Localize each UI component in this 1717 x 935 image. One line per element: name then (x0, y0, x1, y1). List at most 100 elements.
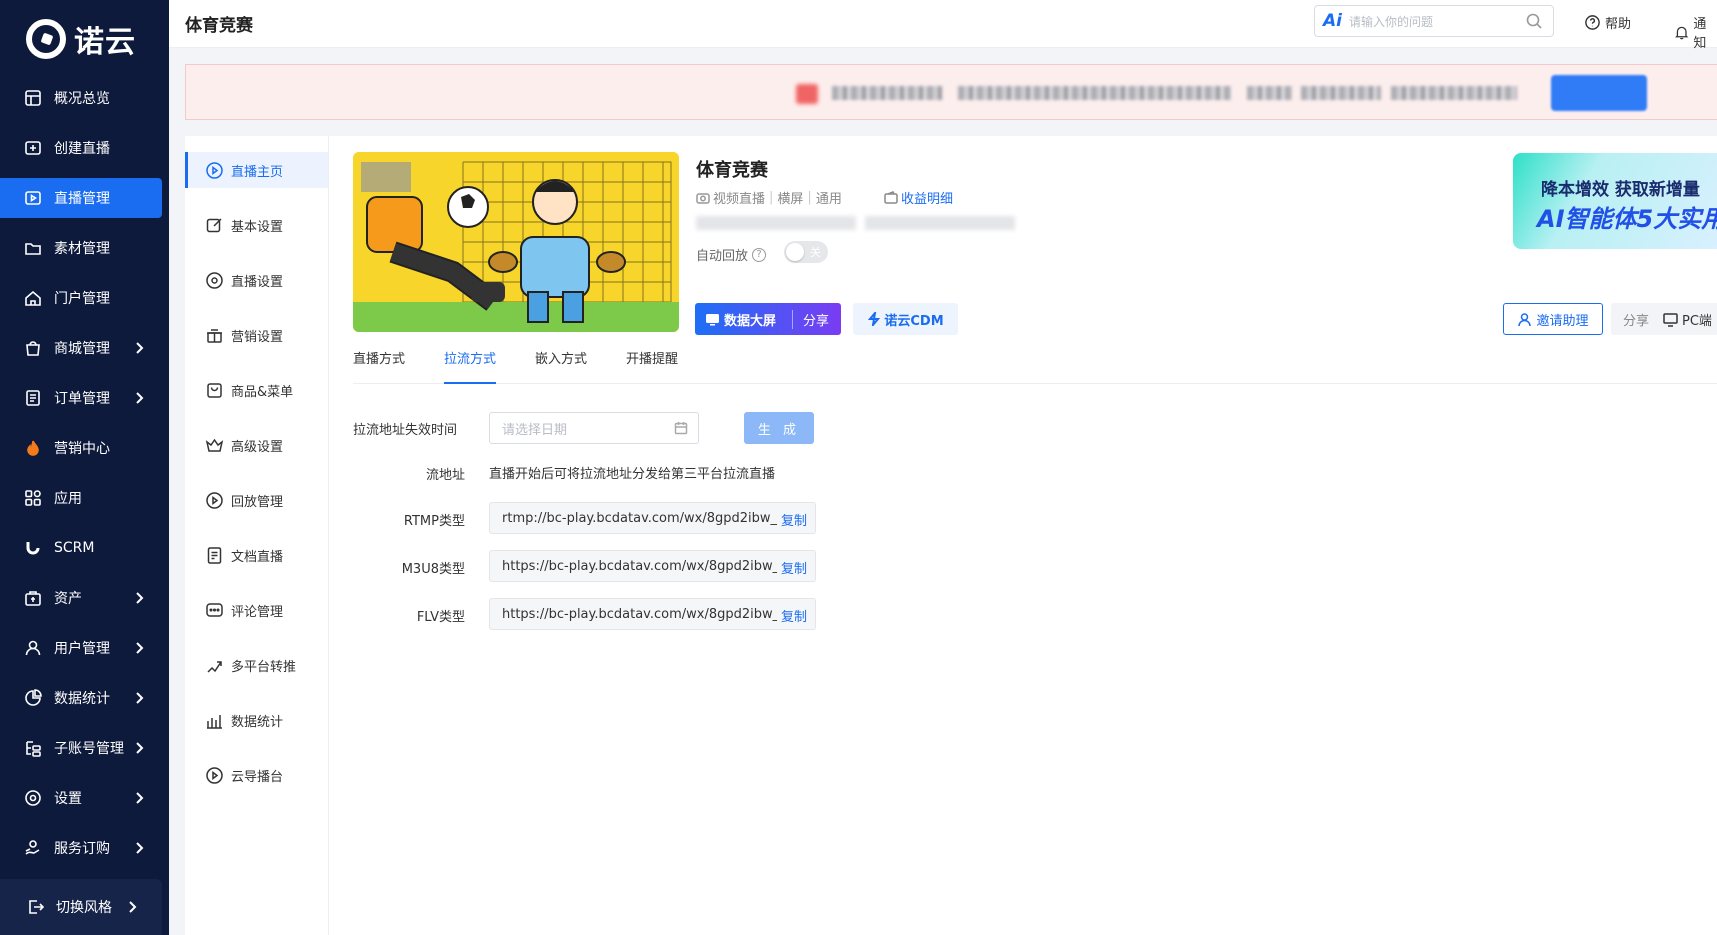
date-picker-input[interactable]: 请选择日期 (489, 412, 699, 444)
flv-url-field[interactable]: https://bc-play.bcdatav.com/wx/8gpd2ibw_… (489, 598, 816, 630)
sidebar-item-label: 直播管理 (54, 191, 110, 207)
cdm-icon (868, 312, 881, 326)
subnav-item-9[interactable]: 多平台转推 (185, 647, 328, 683)
pc-link[interactable]: PC端 (1663, 310, 1712, 329)
chevron-right-icon (131, 690, 147, 706)
subnav-item-label: 云导播台 (231, 769, 284, 785)
switch-style-label: 切换风格 (56, 900, 112, 916)
cdm-button[interactable]: 诺云CDM (853, 303, 958, 335)
copy-rtmp-button[interactable]: 复制 (776, 510, 807, 529)
banner-text-blurred (1247, 86, 1292, 100)
income-detail-link[interactable]: 收益明细 (884, 188, 953, 207)
sidebar-item-3[interactable]: 素材管理 (0, 228, 169, 268)
gift-icon (205, 326, 224, 345)
user-icon (24, 639, 42, 657)
search-placeholder: 请输入你的问题 (1348, 14, 1433, 29)
invite-assistant-button[interactable]: 邀请助理 (1503, 303, 1603, 335)
search-input[interactable]: Ai 请输入你的问题 (1314, 5, 1554, 37)
autoplay-toggle[interactable]: 关 (784, 241, 828, 263)
bell-icon (1675, 26, 1689, 39)
sidebar-item-12[interactable]: 数据统计 (0, 678, 169, 718)
data-screen-button[interactable]: 数据大屏 分享 (695, 303, 841, 335)
tab-start-reminder[interactable]: 开播提醒 (626, 350, 678, 384)
sidebar-item-6[interactable]: 订单管理 (0, 378, 169, 418)
subnav-item-label: 营销设置 (231, 329, 284, 345)
m3u8-url-field[interactable]: https://bc-play.bcdatav.com/wx/8gpd2ibw_… (489, 550, 816, 582)
generate-button[interactable]: 生 成 (744, 412, 814, 444)
stream-label: 流地址 (425, 468, 465, 483)
camera-icon (696, 192, 710, 204)
subnav-item-4[interactable]: 商品&菜单 (185, 372, 328, 408)
sidebar-item-14[interactable]: 设置 (0, 778, 169, 818)
copy-m3u8-button[interactable]: 复制 (776, 558, 807, 577)
banner-action-button[interactable] (1551, 75, 1647, 111)
logo[interactable]: 诺云 (0, 0, 169, 78)
rtmp-url-field[interactable]: rtmp://bc-play.bcdatav.com/wx/8gpd2ibw_s… (489, 502, 816, 534)
sidebar-item-label: 商城管理 (54, 341, 110, 357)
subnav-item-0[interactable]: 直播主页 (185, 152, 328, 188)
search-icon[interactable] (1525, 12, 1543, 30)
sidebar-item-label: 应用 (54, 491, 82, 507)
sidebar-item-15[interactable]: 服务订购 (0, 828, 169, 868)
question-icon[interactable]: ? (752, 247, 767, 262)
sidebar-item-2[interactable]: 直播管理 (0, 178, 162, 218)
banner-text-blurred (1391, 86, 1517, 100)
sidebar-item-0[interactable]: 概况总览 (0, 78, 169, 118)
tab-live-method[interactable]: 直播方式 (353, 350, 405, 384)
live-info-blurred (696, 216, 856, 230)
subnav-item-3[interactable]: 营销设置 (185, 317, 328, 353)
chevron-right-icon (124, 899, 140, 919)
sidebar-item-label: 服务订购 (54, 841, 110, 857)
banner-text-blurred (1301, 86, 1381, 100)
promo-line2: AI智能体5大实用 (1537, 205, 1717, 233)
sidebar-item-10[interactable]: 资产 (0, 578, 169, 618)
live-type: 视频直播 (713, 192, 766, 207)
subnav-item-label: 多平台转推 (231, 659, 297, 675)
switch-style-button[interactable]: 切换风格 (0, 879, 162, 935)
toggle-state: 关 (810, 246, 821, 259)
sidebar-item-label: SCRM (54, 540, 95, 556)
goods-icon (205, 381, 224, 400)
relay-icon (205, 656, 224, 675)
toggle-knob (786, 243, 804, 261)
share-button[interactable]: 分享 (792, 309, 829, 329)
autoplay-label: 自动回放 (696, 249, 749, 264)
tab-pull-method[interactable]: 拉流方式 (444, 350, 497, 384)
notice-link[interactable]: 通知 (1674, 13, 1717, 51)
sidebar-item-11[interactable]: 用户管理 (0, 628, 169, 668)
live-orientation: 横屏 (777, 192, 804, 207)
sub-account-icon (24, 739, 42, 757)
live-title: 体育竞赛 (696, 160, 768, 181)
rtmp-label: RTMP类型 (403, 514, 465, 529)
pc-label: PC端 (1682, 313, 1712, 329)
sidebar-item-9[interactable]: SCRM (0, 528, 169, 568)
sidebar-item-8[interactable]: 应用 (0, 478, 169, 518)
invite-label: 邀请助理 (1536, 313, 1589, 329)
subnav-item-label: 商品&菜单 (231, 384, 294, 400)
rtmp-url: rtmp://bc-play.bcdatav.com/wx/8gpd2ibw_s… (502, 510, 792, 526)
chevron-right-icon (131, 390, 147, 406)
data-screen-part[interactable]: 数据大屏 (695, 310, 792, 329)
brand-name: 诺云 (74, 25, 136, 60)
sidebar-item-5[interactable]: 商城管理 (0, 328, 169, 368)
help-link[interactable]: 帮助 (1584, 13, 1631, 32)
subnav-item-10[interactable]: 数据统计 (185, 702, 328, 738)
asset-icon (24, 589, 42, 607)
sidebar-item-label: 用户管理 (54, 641, 110, 657)
promo-banner[interactable]: 降本增效 获取新增量 AI智能体5大实用 (1513, 153, 1717, 249)
copy-flv-button[interactable]: 复制 (776, 606, 807, 625)
subnav-item-2[interactable]: 直播设置 (185, 262, 328, 298)
share-label: 分享 (1623, 313, 1650, 329)
sidebar-item-4[interactable]: 门户管理 (0, 278, 169, 318)
tab-embed-method[interactable]: 嵌入方式 (535, 350, 587, 384)
pie-chart-icon (24, 689, 42, 707)
notice-label: 通知 (1693, 17, 1707, 51)
sidebar-item-7[interactable]: 营销中心 (0, 428, 169, 468)
stream-description: 直播开始后可将拉流地址分发给第三平台拉流直播 (489, 467, 776, 482)
share-box[interactable]: 分享 PC端 (1611, 303, 1717, 335)
chevron-right-icon (131, 840, 147, 856)
sidebar-item-13[interactable]: 子账号管理 (0, 728, 169, 768)
sidebar-item-1[interactable]: 创建直播 (0, 128, 169, 168)
subnav-item-1[interactable]: 基本设置 (185, 207, 328, 243)
subnav-item-11[interactable]: 云导播台 (185, 757, 328, 793)
